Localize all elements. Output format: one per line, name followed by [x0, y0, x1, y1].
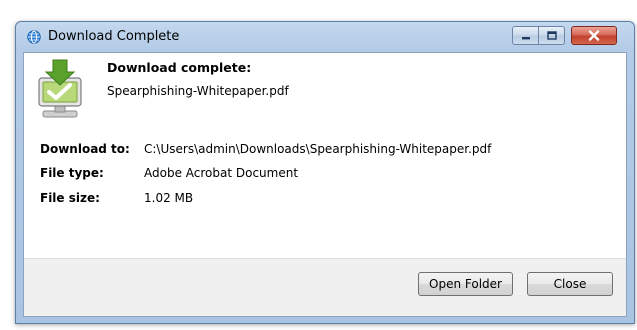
minimize-button[interactable]	[512, 26, 539, 45]
globe-icon	[27, 30, 41, 44]
close-button[interactable]: Close	[527, 272, 613, 296]
close-icon	[588, 30, 600, 41]
download-complete-heading: Download complete:	[107, 60, 252, 75]
dialog-content: Download complete: Spearphishing-Whitepa…	[23, 52, 627, 317]
title-bar[interactable]: Download Complete	[16, 22, 634, 52]
download-complete-icon	[38, 59, 82, 118]
file-size-label: File size:	[40, 191, 100, 205]
file-size-value: 1.02 MB	[144, 191, 194, 205]
open-folder-button[interactable]: Open Folder	[418, 272, 513, 296]
file-type-label: File type:	[40, 166, 104, 180]
download-complete-dialog: Download Complete Download complete: Spe…	[15, 21, 635, 324]
maximize-icon	[546, 31, 557, 40]
download-to-value: C:\Users\admin\Downloads\Spearphishing-W…	[144, 142, 492, 156]
file-type-value: Adobe Acrobat Document	[144, 166, 299, 180]
file-name: Spearphishing-Whitepaper.pdf	[107, 84, 289, 98]
download-to-label: Download to:	[40, 142, 130, 156]
window-title: Download Complete	[48, 29, 180, 44]
minimize-icon	[521, 36, 530, 39]
maximize-button[interactable]	[539, 26, 565, 45]
close-window-button[interactable]	[571, 26, 617, 45]
button-bar: Open Folder Close	[24, 258, 626, 316]
